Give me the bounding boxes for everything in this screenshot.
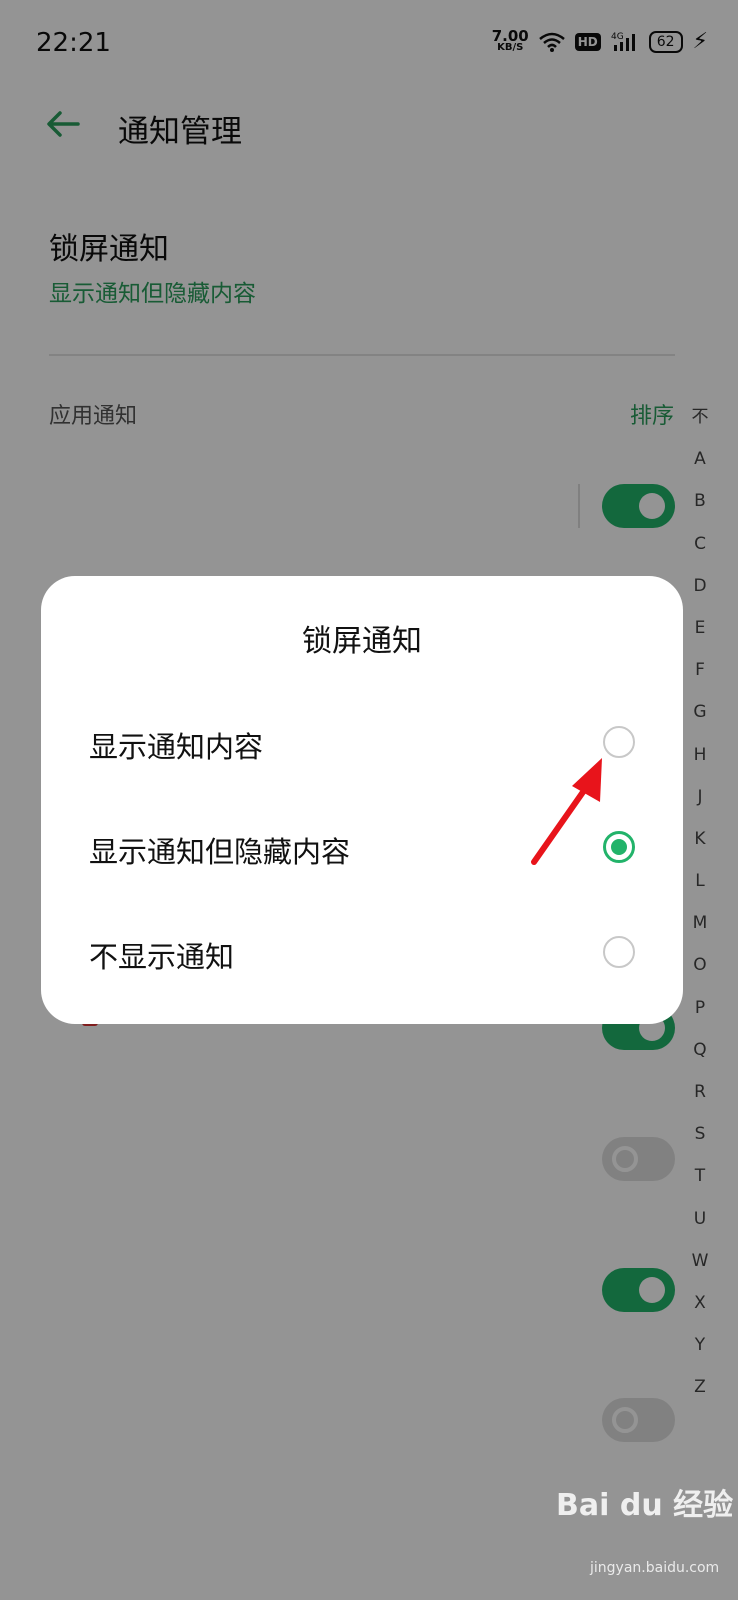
option-hide-notifications[interactable]: 不显示通知	[41, 902, 683, 1006]
annotation-arrow-icon	[531, 758, 602, 865]
option-label: 显示通知但隐藏内容	[89, 835, 351, 869]
option-label: 不显示通知	[89, 940, 235, 974]
watermark-url: jingyan.baidu.com	[590, 1560, 720, 1576]
radio-button[interactable]	[603, 936, 635, 968]
baidu-jingyan-watermark: Bai du 经验	[556, 1488, 734, 1523]
dialog-title: 锁屏通知	[302, 624, 422, 659]
option-label: 显示通知内容	[89, 730, 264, 764]
